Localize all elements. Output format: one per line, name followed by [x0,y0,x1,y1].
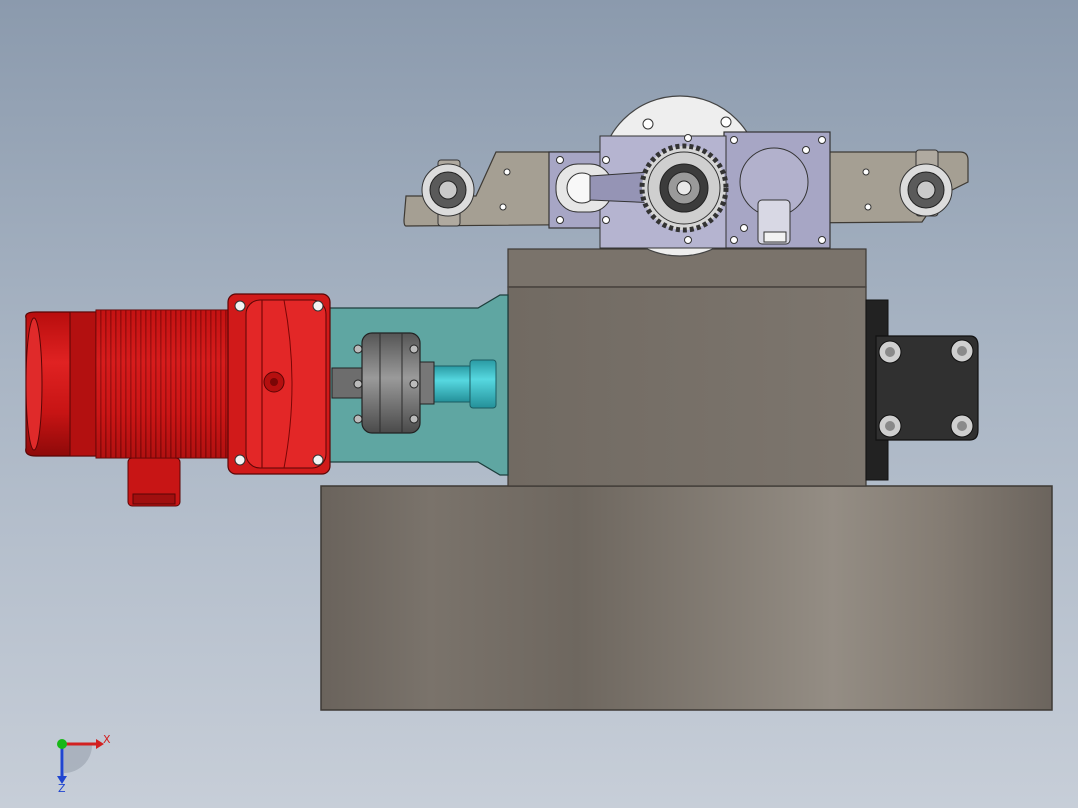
triad-x-label: X [103,733,111,746]
assembly-model[interactable] [0,0,1078,808]
gear-mechanism-plate[interactable] [403,95,969,257]
electric-motor[interactable] [25,293,331,507]
cad-viewport[interactable]: X Z [0,0,1078,808]
drive-shaft[interactable] [429,359,497,409]
end-bearing-bracket[interactable] [865,299,979,481]
drive-gear[interactable] [639,143,729,233]
bearing-block[interactable] [507,248,867,487]
triad-z-label: Z [58,782,66,795]
coordinate-triad [57,739,104,784]
base-frame[interactable] [320,485,1053,711]
